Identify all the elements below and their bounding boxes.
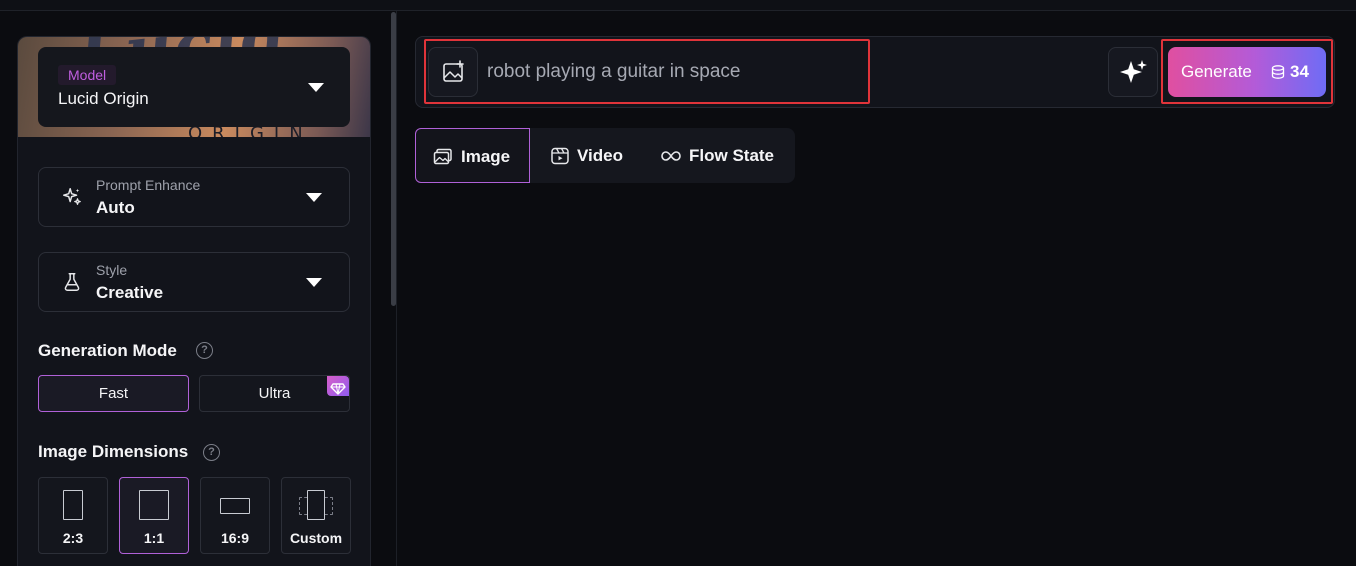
- chevron-down-icon: [306, 278, 322, 287]
- prompt-enhance-label: Prompt Enhance: [96, 177, 201, 193]
- dimension-label: 1:1: [143, 530, 165, 546]
- generate-cost: 34: [1290, 62, 1309, 81]
- dimension-label: 2:3: [62, 530, 84, 546]
- square-ratio-icon: [139, 490, 169, 520]
- media-type-tabs: Image Video Flow State: [415, 128, 795, 183]
- sparkles-icon: [63, 188, 81, 205]
- settings-sidebar: Lucid ORIGIN Model Lucid Origin Prompt E…: [17, 36, 371, 566]
- generate-label: Generate: [1181, 62, 1252, 81]
- dimension-label: Custom: [289, 530, 343, 546]
- model-tag: Model: [58, 65, 117, 85]
- sparkles-icon: [1120, 60, 1147, 83]
- model-selector[interactable]: Model Lucid Origin: [38, 47, 350, 127]
- image-upload-icon: [443, 60, 464, 82]
- chevron-down-icon: [306, 193, 322, 202]
- tab-video[interactable]: Video: [530, 128, 638, 183]
- image-upload-button[interactable]: [428, 47, 478, 97]
- chevron-down-icon: [308, 83, 324, 92]
- prompt-enhance-select[interactable]: Prompt Enhance Auto: [38, 167, 350, 227]
- dimension-1-1-button[interactable]: 1:1: [119, 477, 189, 554]
- tab-flow-state[interactable]: Flow State: [638, 128, 795, 183]
- dimension-2-3-button[interactable]: 2:3: [38, 477, 108, 554]
- prompt-enhance-value: Auto: [96, 198, 135, 217]
- model-name: Lucid Origin: [58, 89, 149, 108]
- image-icon: [433, 148, 452, 165]
- tab-image[interactable]: Image: [415, 128, 530, 183]
- portrait-ratio-icon: [63, 490, 83, 520]
- dimension-custom-button[interactable]: Custom: [281, 477, 351, 554]
- improve-prompt-button[interactable]: [1108, 47, 1158, 97]
- video-icon: [551, 147, 569, 165]
- premium-gem-icon: [327, 376, 349, 396]
- mode-ultra-label: Ultra: [258, 385, 291, 402]
- landscape-ratio-icon: [220, 498, 250, 514]
- infinity-icon: [661, 151, 681, 161]
- tab-video-label: Video: [577, 146, 623, 165]
- model-banner: Lucid ORIGIN Model Lucid Origin: [18, 37, 370, 137]
- coins-icon: [1271, 65, 1285, 79]
- generation-mode-title: Generation Mode: [38, 341, 177, 360]
- tab-flow-state-label: Flow State: [689, 146, 775, 165]
- tab-image-label: Image: [461, 147, 511, 166]
- help-icon[interactable]: ?: [203, 444, 220, 461]
- style-select[interactable]: Style Creative: [38, 252, 350, 312]
- dimension-16-9-button[interactable]: 16:9: [200, 477, 270, 554]
- mode-fast-button[interactable]: Fast: [38, 375, 189, 412]
- image-dimensions-title: Image Dimensions: [38, 442, 189, 461]
- dimension-label: 16:9: [220, 530, 250, 546]
- top-bar: [0, 0, 1356, 11]
- flask-icon: [64, 273, 80, 291]
- help-icon[interactable]: ?: [196, 342, 213, 359]
- mode-ultra-button[interactable]: Ultra: [199, 375, 350, 412]
- prompt-input[interactable]: [487, 58, 857, 86]
- custom-ratio-icon: [307, 490, 325, 520]
- style-value: Creative: [96, 283, 164, 302]
- generate-button[interactable]: Generate 34: [1168, 47, 1326, 97]
- style-label: Style: [96, 262, 128, 278]
- panel-divider: [396, 11, 397, 566]
